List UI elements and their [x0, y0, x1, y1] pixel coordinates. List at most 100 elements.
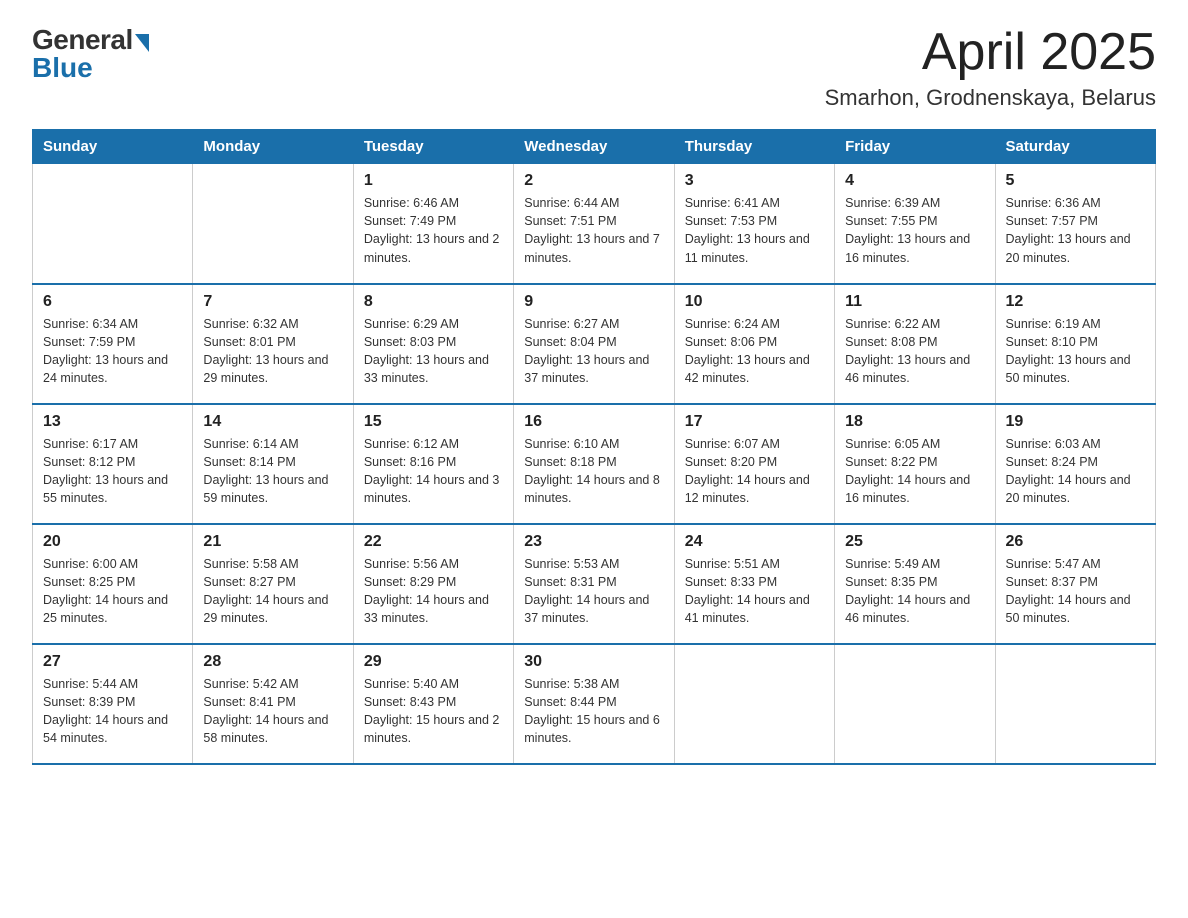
day-info: Sunrise: 6:29 AMSunset: 8:03 PMDaylight:…	[364, 315, 503, 388]
calendar-cell: 6Sunrise: 6:34 AMSunset: 7:59 PMDaylight…	[33, 284, 193, 404]
day-number: 17	[685, 413, 824, 431]
day-info: Sunrise: 6:17 AMSunset: 8:12 PMDaylight:…	[43, 435, 182, 508]
week-row-1: 1Sunrise: 6:46 AMSunset: 7:49 PMDaylight…	[33, 164, 1156, 284]
day-info: Sunrise: 6:12 AMSunset: 8:16 PMDaylight:…	[364, 435, 503, 508]
logo: General Blue	[32, 24, 149, 84]
day-number: 16	[524, 413, 663, 431]
day-number: 12	[1006, 293, 1145, 311]
calendar-cell: 1Sunrise: 6:46 AMSunset: 7:49 PMDaylight…	[353, 164, 513, 284]
calendar-cell: 12 Sunrise: 6:19 AMSunset: 8:10 PMDayligh…	[995, 284, 1155, 404]
calendar-cell: 5 Sunrise: 6:36 AMSunset: 7:57 PMDaylight…	[995, 164, 1155, 284]
day-info: Sunrise: 6:05 AMSunset: 8:22 PMDaylight:…	[845, 435, 984, 508]
calendar-cell: 15 Sunrise: 6:12 AMSunset: 8:16 PMDayligh…	[353, 404, 513, 524]
day-info: Sunrise: 6:41 AMSunset: 7:53 PMDaylight:…	[685, 194, 824, 267]
calendar-cell: 10 Sunrise: 6:24 AMSunset: 8:06 PMDayligh…	[674, 284, 834, 404]
calendar-cell: 4 Sunrise: 6:39 AMSunset: 7:55 PMDaylight…	[835, 164, 995, 284]
day-info: Sunrise: 6:32 AMSunset: 8:01 PMDaylight:…	[203, 315, 342, 388]
calendar-cell: 18 Sunrise: 6:05 AMSunset: 8:22 PMDayligh…	[835, 404, 995, 524]
day-number: 23	[524, 533, 663, 551]
calendar-cell: 19 Sunrise: 6:03 AMSunset: 8:24 PMDayligh…	[995, 404, 1155, 524]
day-info: Sunrise: 6:39 AMSunset: 7:55 PMDaylight:…	[845, 194, 984, 267]
weekday-header-friday: Friday	[835, 130, 995, 164]
day-info: Sunrise: 5:38 AMSunset: 8:44 PMDaylight:…	[524, 675, 663, 748]
week-row-2: 6Sunrise: 6:34 AMSunset: 7:59 PMDaylight…	[33, 284, 1156, 404]
weekday-header-sunday: Sunday	[33, 130, 193, 164]
day-info: Sunrise: 6:19 AMSunset: 8:10 PMDaylight:…	[1006, 315, 1145, 388]
day-number: 9	[524, 293, 663, 311]
week-row-5: 27 Sunrise: 5:44 AMSunset: 8:39 PMDayligh…	[33, 644, 1156, 764]
day-number: 10	[685, 293, 824, 311]
day-info: Sunrise: 6:03 AMSunset: 8:24 PMDaylight:…	[1006, 435, 1145, 508]
day-number: 29	[364, 653, 503, 671]
day-number: 20	[43, 533, 182, 551]
day-info: Sunrise: 6:07 AMSunset: 8:20 PMDaylight:…	[685, 435, 824, 508]
calendar-cell	[33, 164, 193, 284]
day-number: 24	[685, 533, 824, 551]
calendar-cell	[674, 644, 834, 764]
day-number: 15	[364, 413, 503, 431]
day-info: Sunrise: 6:44 AMSunset: 7:51 PMDaylight:…	[524, 194, 663, 267]
day-info: Sunrise: 5:51 AMSunset: 8:33 PMDaylight:…	[685, 555, 824, 628]
day-number: 8	[364, 293, 503, 311]
day-number: 13	[43, 413, 182, 431]
calendar-cell: 3 Sunrise: 6:41 AMSunset: 7:53 PMDaylight…	[674, 164, 834, 284]
day-info: Sunrise: 5:53 AMSunset: 8:31 PMDaylight:…	[524, 555, 663, 628]
day-number: 28	[203, 653, 342, 671]
calendar-cell: 23 Sunrise: 5:53 AMSunset: 8:31 PMDayligh…	[514, 524, 674, 644]
day-info: Sunrise: 5:58 AMSunset: 8:27 PMDaylight:…	[203, 555, 342, 628]
day-info: Sunrise: 6:10 AMSunset: 8:18 PMDaylight:…	[524, 435, 663, 508]
calendar-cell: 24 Sunrise: 5:51 AMSunset: 8:33 PMDayligh…	[674, 524, 834, 644]
calendar-cell: 28 Sunrise: 5:42 AMSunset: 8:41 PMDayligh…	[193, 644, 353, 764]
header: General Blue April 2025 Smarhon, Grodnen…	[32, 24, 1156, 111]
calendar-cell: 2 Sunrise: 6:44 AMSunset: 7:51 PMDaylight…	[514, 164, 674, 284]
day-info: Sunrise: 6:22 AMSunset: 8:08 PMDaylight:…	[845, 315, 984, 388]
day-number: 19	[1006, 413, 1145, 431]
calendar-cell: 11 Sunrise: 6:22 AMSunset: 8:08 PMDayligh…	[835, 284, 995, 404]
day-number: 18	[845, 413, 984, 431]
day-number: 30	[524, 653, 663, 671]
weekday-header-row: SundayMondayTuesdayWednesdayThursdayFrid…	[33, 130, 1156, 164]
day-info: Sunrise: 6:24 AMSunset: 8:06 PMDaylight:…	[685, 315, 824, 388]
day-info: Sunrise: 6:14 AMSunset: 8:14 PMDaylight:…	[203, 435, 342, 508]
day-info: Sunrise: 6:36 AMSunset: 7:57 PMDaylight:…	[1006, 194, 1145, 267]
month-title: April 2025	[825, 24, 1156, 81]
day-number: 26	[1006, 533, 1145, 551]
day-info: Sunrise: 6:00 AMSunset: 8:25 PMDaylight:…	[43, 555, 182, 628]
week-row-4: 20 Sunrise: 6:00 AMSunset: 8:25 PMDayligh…	[33, 524, 1156, 644]
calendar-cell: 7 Sunrise: 6:32 AMSunset: 8:01 PMDaylight…	[193, 284, 353, 404]
day-info: Sunrise: 6:27 AMSunset: 8:04 PMDaylight:…	[524, 315, 663, 388]
title-section: April 2025 Smarhon, Grodnenskaya, Belaru…	[825, 24, 1156, 111]
location-title: Smarhon, Grodnenskaya, Belarus	[825, 85, 1156, 111]
day-info: Sunrise: 5:40 AMSunset: 8:43 PMDaylight:…	[364, 675, 503, 748]
day-number: 25	[845, 533, 984, 551]
day-number: 27	[43, 653, 182, 671]
weekday-header-monday: Monday	[193, 130, 353, 164]
day-info: Sunrise: 5:42 AMSunset: 8:41 PMDaylight:…	[203, 675, 342, 748]
day-info: Sunrise: 5:56 AMSunset: 8:29 PMDaylight:…	[364, 555, 503, 628]
calendar-cell: 20 Sunrise: 6:00 AMSunset: 8:25 PMDayligh…	[33, 524, 193, 644]
day-info: Sunrise: 5:44 AMSunset: 8:39 PMDaylight:…	[43, 675, 182, 748]
day-info: Sunrise: 6:34 AMSunset: 7:59 PMDaylight:…	[43, 315, 182, 388]
calendar-cell: 26Sunrise: 5:47 AMSunset: 8:37 PMDayligh…	[995, 524, 1155, 644]
day-number: 2	[524, 172, 663, 190]
calendar-cell: 21 Sunrise: 5:58 AMSunset: 8:27 PMDayligh…	[193, 524, 353, 644]
weekday-header-thursday: Thursday	[674, 130, 834, 164]
day-number: 4	[845, 172, 984, 190]
calendar-table: SundayMondayTuesdayWednesdayThursdayFrid…	[32, 129, 1156, 765]
day-number: 11	[845, 293, 984, 311]
week-row-3: 13 Sunrise: 6:17 AMSunset: 8:12 PMDayligh…	[33, 404, 1156, 524]
calendar-cell: 13 Sunrise: 6:17 AMSunset: 8:12 PMDayligh…	[33, 404, 193, 524]
calendar-cell: 22 Sunrise: 5:56 AMSunset: 8:29 PMDayligh…	[353, 524, 513, 644]
day-number: 21	[203, 533, 342, 551]
calendar-cell	[995, 644, 1155, 764]
calendar-cell: 9 Sunrise: 6:27 AMSunset: 8:04 PMDaylight…	[514, 284, 674, 404]
day-number: 3	[685, 172, 824, 190]
day-number: 22	[364, 533, 503, 551]
day-info: Sunrise: 6:46 AMSunset: 7:49 PMDaylight:…	[364, 194, 503, 267]
logo-blue-text: Blue	[32, 52, 93, 84]
calendar-cell: 17 Sunrise: 6:07 AMSunset: 8:20 PMDayligh…	[674, 404, 834, 524]
calendar-cell: 27 Sunrise: 5:44 AMSunset: 8:39 PMDayligh…	[33, 644, 193, 764]
day-number: 5	[1006, 172, 1145, 190]
day-number: 7	[203, 293, 342, 311]
day-number: 14	[203, 413, 342, 431]
